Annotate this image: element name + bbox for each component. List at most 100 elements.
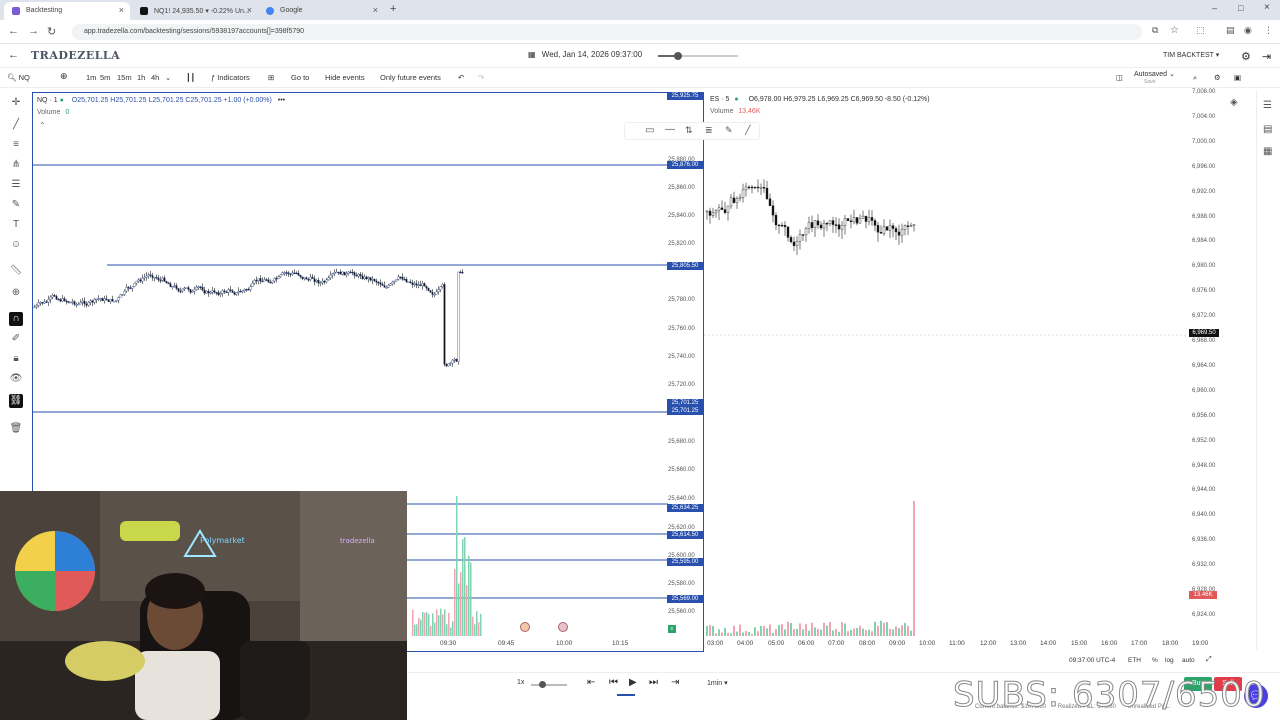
profile-icon[interactable]: ◉	[1244, 25, 1252, 36]
eye-icon[interactable]: 👁︎	[9, 372, 23, 386]
nq-candle-body	[335, 271, 338, 274]
speed-slider[interactable]	[531, 681, 567, 688]
exit-icon[interactable]: ⇥	[1262, 50, 1271, 63]
timeframe-5m[interactable]: 5m	[100, 73, 110, 82]
settings-gear-icon[interactable]: ⚙	[1241, 50, 1251, 63]
close-window-icon[interactable]: ×	[1264, 2, 1270, 13]
pitchfork-icon[interactable]: ⋔	[9, 158, 23, 172]
lock-icon[interactable]: 🔒︎	[9, 352, 23, 366]
calendar-icon[interactable]: ▦	[1263, 146, 1272, 157]
nq-candle-body	[321, 280, 324, 284]
es-volume-bar	[874, 621, 876, 636]
timeframe-4h[interactable]: 4h	[151, 73, 159, 82]
play-icon[interactable]: ▶	[629, 677, 637, 688]
trendline-icon[interactable]: ╱	[9, 118, 23, 132]
url-input[interactable]: app.tradezella.com/backtesting/sessions/…	[72, 24, 1142, 40]
position-tool-icon[interactable]: ⇅	[685, 125, 693, 136]
goto-button[interactable]: Go to	[291, 73, 309, 82]
price-tick-label: 25,680.00	[668, 439, 695, 445]
speed-label[interactable]: 1x	[517, 679, 524, 686]
symbol-label: NQ	[18, 73, 30, 82]
es-volume-bar	[865, 630, 867, 636]
es-volume-bar	[739, 624, 741, 636]
close-icon[interactable]: ×	[373, 5, 378, 15]
layout-icon[interactable]: ⊞	[268, 73, 274, 82]
tab-backtesting[interactable]: Backtesting ×	[4, 2, 130, 20]
hide-events-button[interactable]: Hide events	[325, 73, 365, 82]
snapshot-icon[interactable]: ▣	[1234, 73, 1241, 82]
back-icon[interactable]: ←	[8, 25, 19, 37]
text-icon[interactable]: T	[9, 218, 23, 232]
tab-nq[interactable]: NQ1! 24,935.50 ▾ -0.22% Un... ×	[132, 2, 258, 20]
redo-icon[interactable]: ↷	[478, 73, 484, 82]
next-icon[interactable]: ⏭︎	[649, 677, 658, 688]
log-toggle[interactable]: log	[1165, 657, 1174, 664]
timeframe-15m[interactable]: 15m	[117, 73, 132, 82]
auto-toggle[interactable]: auto	[1182, 657, 1195, 664]
symbol-search[interactable]: 🔍︎ NQ	[7, 73, 30, 82]
event-marker-icon[interactable]	[558, 622, 568, 632]
ruler-icon[interactable]: 📏︎	[9, 264, 23, 278]
event-marker-icon[interactable]	[520, 622, 530, 632]
line-tool-icon[interactable]: —	[665, 124, 675, 135]
percent-toggle[interactable]: %	[1152, 657, 1158, 664]
replay-slider[interactable]	[658, 52, 738, 60]
minimize-icon[interactable]: –	[1212, 3, 1217, 13]
indicators-button[interactable]: ƒ Indicators	[211, 73, 250, 82]
fib-icon[interactable]: ☰	[9, 178, 23, 192]
close-icon[interactable]: ×	[247, 5, 252, 15]
candle-type-icon[interactable]: ┃┃	[186, 73, 195, 82]
add-symbol-icon[interactable]: ⊕	[60, 71, 68, 82]
lock-drawing-icon[interactable]: ✐	[9, 332, 23, 346]
new-tab-icon[interactable]: +	[390, 3, 396, 15]
close-icon[interactable]: ×	[119, 5, 124, 15]
timeframe-dropdown-icon[interactable]: ⌄	[165, 73, 171, 82]
reload-icon[interactable]: ↻	[47, 25, 56, 38]
sidebar-icon[interactable]: ▤	[1226, 25, 1235, 36]
price-tick-label: 6,992.00	[1192, 189, 1216, 195]
bookmark-star-icon[interactable]: ☆	[1170, 25, 1179, 36]
layout-panels-icon[interactable]: ◫	[1116, 73, 1123, 82]
price-tick-label: 7,004.00	[1192, 114, 1216, 120]
crosshair-icon[interactable]: ✛	[9, 96, 23, 110]
time-tick-label: 12:00	[980, 640, 997, 647]
previous-icon[interactable]: ⏮︎	[609, 677, 618, 688]
timezone-label[interactable]: 09:37:00 UTC-4	[1069, 657, 1115, 664]
timeframe-1m[interactable]: 1m	[86, 73, 96, 82]
date-picker[interactable]: ▦ Wed, Jan 14, 2026 09:37:00	[528, 50, 642, 59]
chart-settings-icon[interactable]: ⚙	[1214, 73, 1221, 82]
time-tick-label: 19:00	[1192, 640, 1209, 647]
rectangle-tool-icon[interactable]: ▭	[645, 125, 654, 136]
brush-icon[interactable]: ✎	[9, 198, 23, 212]
link-icon[interactable]: ⛓︎	[9, 394, 23, 408]
back-arrow-icon[interactable]: ←	[8, 49, 19, 61]
forward-icon[interactable]: →	[28, 25, 39, 37]
tab-google[interactable]: Google ×	[258, 2, 384, 20]
emoji-icon[interactable]: ☺	[9, 238, 23, 252]
horizontal-lines-icon[interactable]: ≡	[9, 138, 23, 152]
menu-dots-icon[interactable]: ⋮	[1264, 25, 1273, 36]
install-icon[interactable]: ⧉	[1152, 25, 1158, 36]
step-back-icon[interactable]: ⇤	[587, 677, 595, 688]
step-forward-icon[interactable]: ⇥	[671, 677, 679, 688]
only-future-events-button[interactable]: Only future events	[380, 73, 441, 82]
timeframe-1h[interactable]: 1h	[137, 73, 145, 82]
trash-icon[interactable]: 🗑︎	[9, 422, 23, 436]
watchlist-icon[interactable]: ☰	[1263, 100, 1272, 111]
magnet-icon[interactable]: ∩	[9, 312, 23, 326]
undo-icon[interactable]: ↶	[458, 73, 464, 82]
slider-knob[interactable]	[674, 52, 682, 60]
account-selector[interactable]: TIM BACKTEST ▾	[1163, 51, 1219, 59]
layers-icon[interactable]: ◈	[1230, 97, 1238, 108]
session-label[interactable]: ETH	[1128, 657, 1141, 664]
maximize-icon[interactable]: □	[1238, 3, 1243, 13]
interval-selector[interactable]: 1min ▾	[707, 679, 728, 687]
nq-candle-body	[137, 279, 140, 282]
zoom-icon[interactable]: ⊕	[9, 286, 23, 300]
alerts-icon[interactable]: ▤	[1263, 124, 1272, 135]
extensions-icon[interactable]: ⬚	[1196, 25, 1205, 36]
quick-search-icon[interactable]: ⌕	[1193, 73, 1197, 83]
es-volume-bar	[808, 630, 810, 636]
nq-candle-body	[455, 359, 458, 362]
fullscreen-icon[interactable]: ⤢	[1206, 656, 1212, 664]
